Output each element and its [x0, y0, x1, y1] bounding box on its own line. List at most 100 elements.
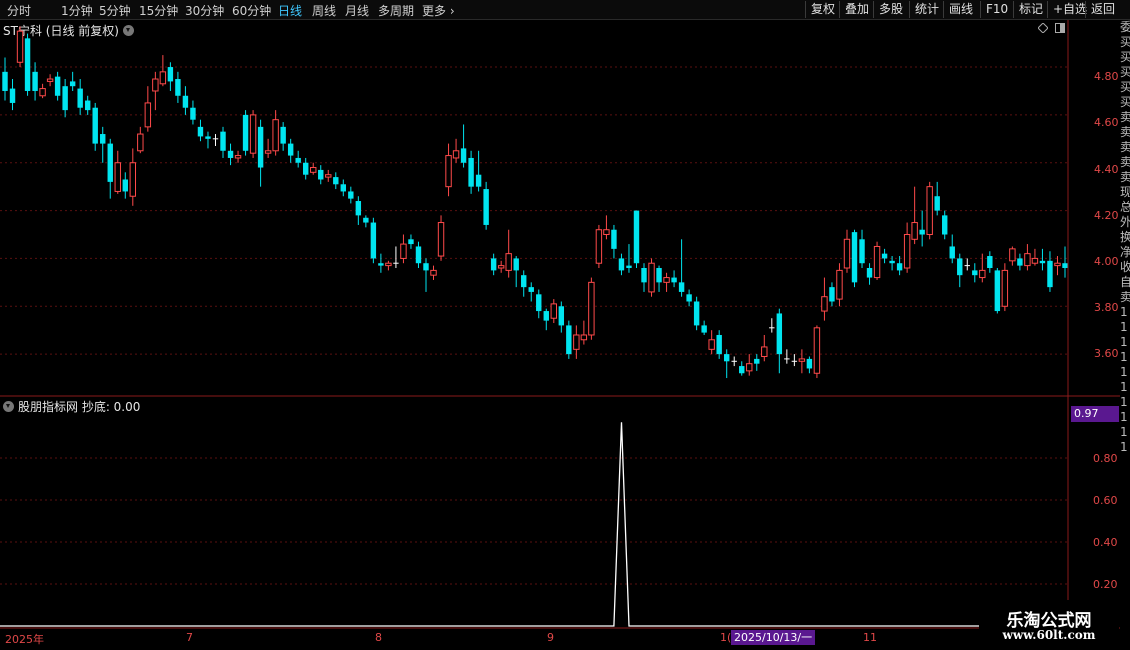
candle [182, 86, 189, 115]
candle [190, 100, 196, 125]
period-monthly[interactable]: 月线 [345, 2, 369, 19]
candle-body [159, 71, 167, 85]
candle-body [363, 217, 369, 223]
period-1min[interactable]: 1分钟 [61, 2, 93, 19]
candle-body [107, 143, 113, 182]
candle [234, 150, 242, 163]
f10-button[interactable]: F10 [980, 1, 1008, 18]
candle-body [2, 71, 8, 91]
candle [701, 320, 707, 335]
stats-button[interactable]: 统计 [909, 1, 939, 18]
candle-body [452, 150, 460, 159]
quote-panel-glyph: 卖 [1120, 125, 1130, 139]
candle-body [678, 282, 685, 292]
candle [595, 224, 603, 268]
back-button[interactable]: 返回 [1085, 1, 1115, 18]
price-tick-480: 4.80 [1094, 70, 1119, 83]
candle [851, 229, 858, 288]
candle-body [536, 294, 542, 312]
candle-body [889, 260, 895, 264]
candle-body [618, 258, 625, 271]
candle-body [190, 107, 196, 120]
candle [911, 186, 918, 245]
candle [348, 186, 354, 204]
candle-body [543, 311, 549, 321]
quote-panel-edge: 委买买买买买卖卖卖卖卖现总外换净收自卖1111111111 [1120, 20, 1130, 650]
candle [836, 263, 843, 307]
candle-body [821, 296, 828, 312]
quote-panel-glyph: 卖 [1120, 170, 1130, 184]
candle-body [318, 169, 324, 180]
candle [175, 71, 181, 103]
multi-stock-button[interactable]: 多股 [873, 1, 903, 18]
candle [731, 356, 737, 367]
candle-body [242, 114, 249, 151]
mark-button[interactable]: 标记 [1013, 1, 1043, 18]
candle [866, 263, 873, 285]
ind-tick-020: 0.20 [1093, 578, 1118, 591]
candle [287, 138, 294, 163]
period-5min[interactable]: 5分钟 [99, 2, 131, 19]
period-60min[interactable]: 60分钟 [232, 2, 271, 19]
date-label-jul: 7 [186, 631, 193, 644]
fuquan-button[interactable]: 复权 [805, 1, 835, 18]
candle-body [1062, 263, 1068, 268]
overlay-button[interactable]: 叠加 [839, 1, 869, 18]
candle-body [497, 265, 505, 269]
candle-body [333, 177, 339, 185]
candle-body [972, 270, 978, 276]
period-fenshi[interactable]: 分时 [7, 2, 31, 19]
candle [1047, 251, 1053, 292]
draw-line-button[interactable]: 画线 [943, 1, 973, 18]
quote-panel-glyph: 卖 [1120, 140, 1130, 154]
quote-panel-glyph: 卖 [1120, 110, 1130, 124]
candle [249, 110, 257, 158]
period-30min[interactable]: 30分钟 [185, 2, 224, 19]
candle [452, 138, 460, 163]
candle-body [460, 148, 467, 163]
price-tick-360: 3.60 [1094, 347, 1119, 360]
candle [550, 299, 558, 324]
period-daily[interactable]: 日线 [278, 2, 302, 19]
candle-body [1039, 260, 1046, 264]
candle-body [708, 339, 715, 350]
date-label-sep: 9 [547, 631, 554, 644]
kline-chart[interactable] [0, 20, 1130, 650]
quote-panel-glyph: 自 [1120, 275, 1130, 289]
dropdown-icon[interactable] [3, 401, 14, 412]
candle [423, 258, 429, 292]
candle-body [603, 229, 610, 236]
quote-panel-glyph: 1 [1120, 335, 1128, 349]
candle-body [633, 210, 640, 264]
period-15min[interactable]: 15分钟 [139, 2, 178, 19]
candle [333, 172, 339, 190]
candlestick-series [2, 26, 1068, 379]
add-watchlist-button[interactable]: +自选 [1047, 1, 1087, 18]
price-tick-460: 4.60 [1094, 116, 1119, 129]
ind-tick-080: 0.80 [1093, 452, 1118, 465]
candle [77, 79, 83, 115]
candle-body [843, 238, 851, 269]
period-multi[interactable]: 多周期 [378, 2, 414, 19]
candle [784, 349, 790, 364]
candle-body [490, 258, 497, 271]
candle-body [903, 234, 911, 269]
period-more[interactable]: 更多 › [422, 2, 455, 19]
candle [152, 71, 159, 111]
candle-body [521, 275, 527, 288]
period-weekly[interactable]: 周线 [312, 2, 336, 19]
candle-body [806, 358, 813, 369]
watermark-url: www.60lt.com [1002, 628, 1096, 642]
candle-body [77, 88, 83, 108]
candle [708, 330, 715, 355]
candle-body [919, 229, 925, 235]
candle-body [739, 366, 745, 374]
date-label-2025: 2025年 [5, 633, 44, 646]
candle-body [1047, 260, 1053, 288]
candle [829, 282, 835, 307]
candle-body [513, 258, 519, 271]
candle-body [648, 262, 655, 293]
candle [573, 325, 580, 359]
indicator-label: 股朋指标网 抄底: 0.00 [18, 400, 141, 414]
candle-body [873, 245, 881, 279]
